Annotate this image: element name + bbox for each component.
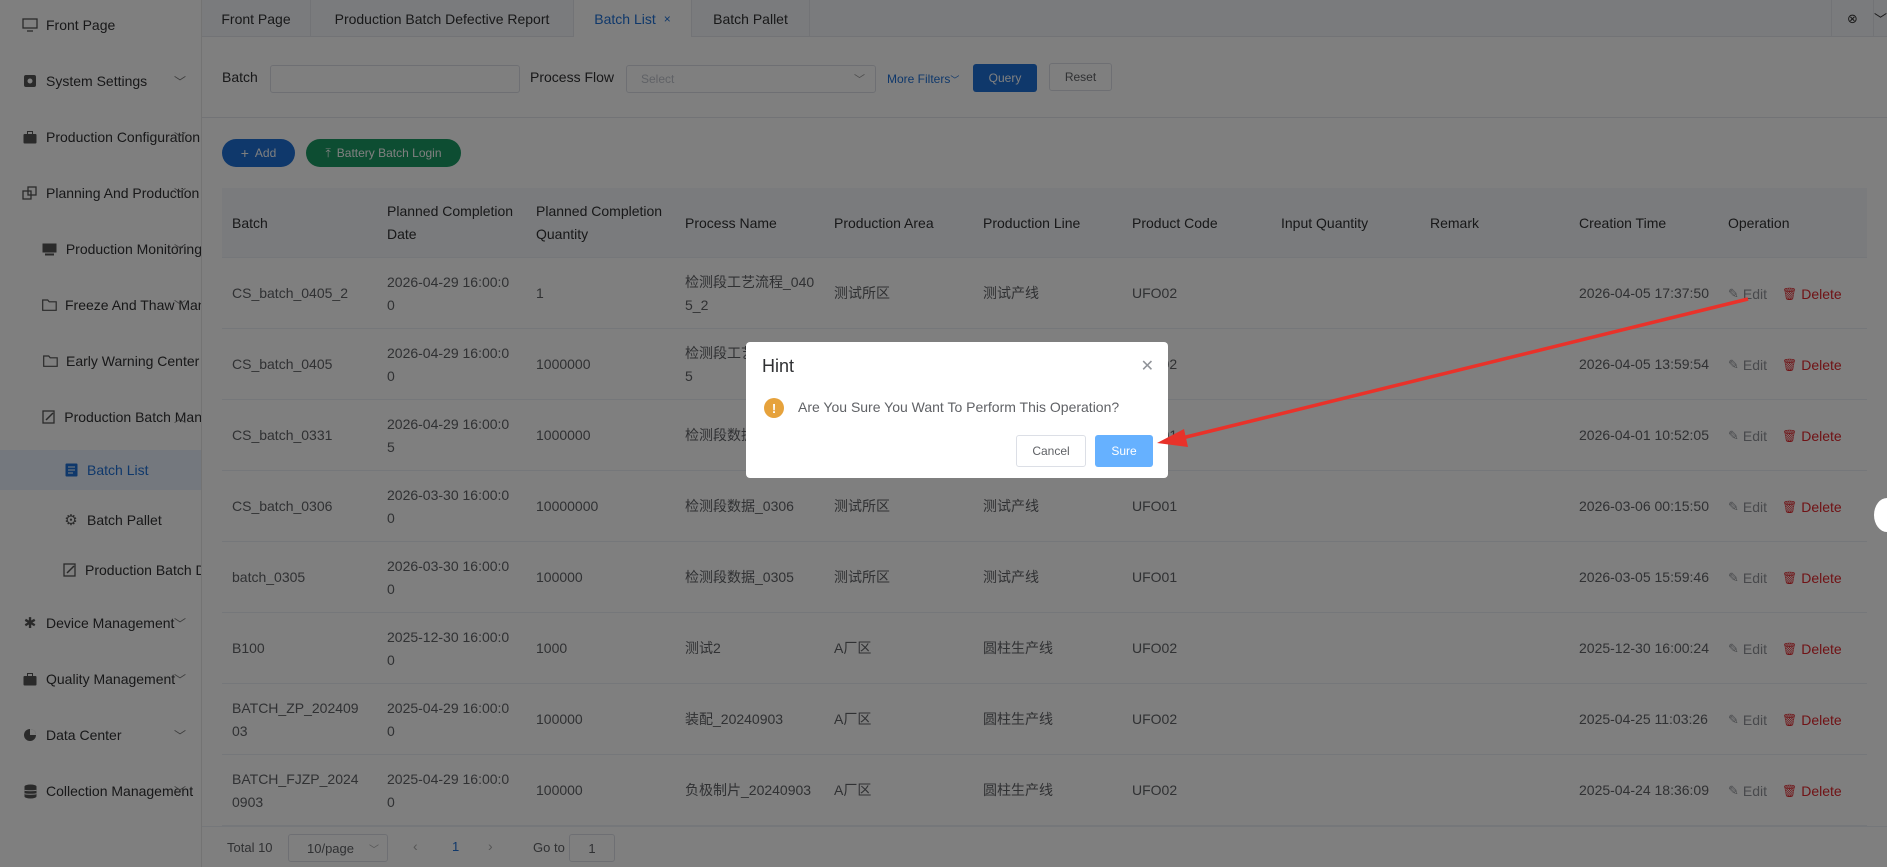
annotation-arrow bbox=[1157, 297, 1749, 447]
